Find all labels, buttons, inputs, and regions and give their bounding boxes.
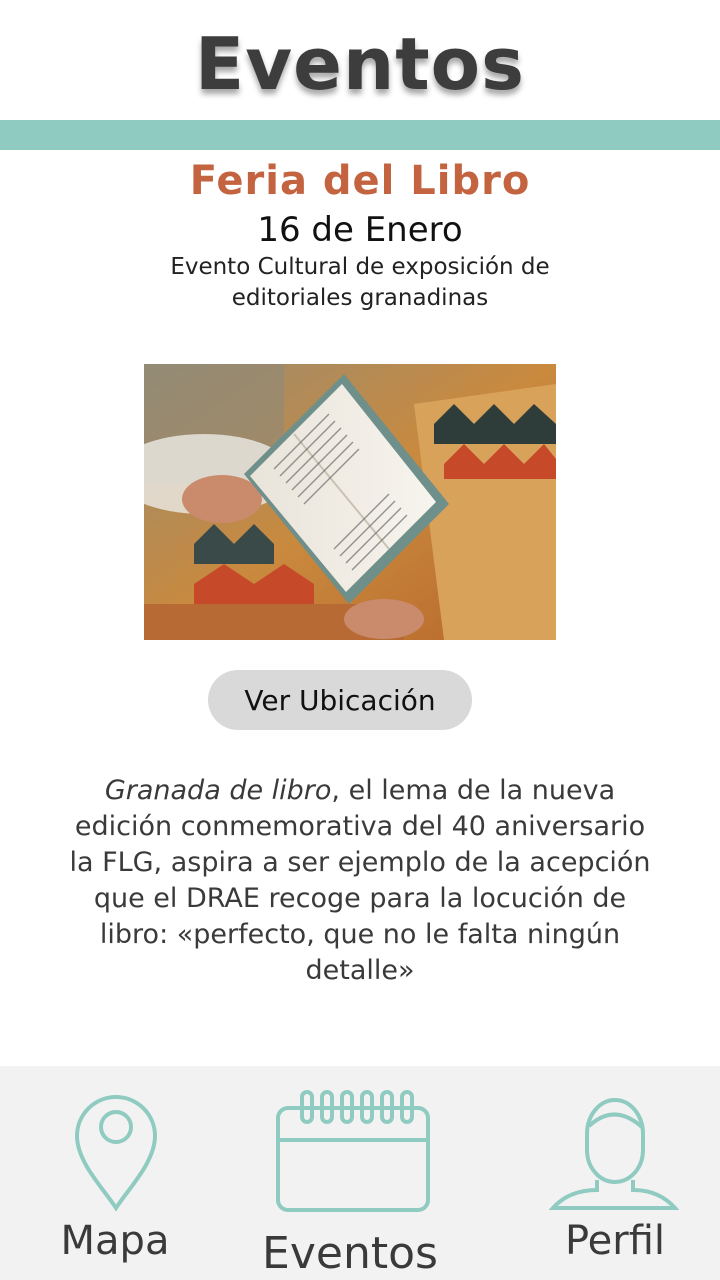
description-body: , el lema de la nueva edición conmemorat… [69,775,651,986]
nav-item-perfil[interactable]: Perfil [530,1066,700,1280]
calendar-icon [276,1090,430,1212]
nav-item-eventos[interactable]: Eventos [250,1066,450,1280]
event-description: Granada de libro, el lema de la nueva ed… [60,773,660,989]
user-icon [549,1098,679,1210]
nav-item-mapa[interactable]: Mapa [30,1066,200,1280]
bottom-navigation: Mapa Eventos Perfil [0,1066,720,1280]
event-photo [144,364,556,640]
nav-label-mapa: Mapa [60,1218,170,1264]
page-title: Eventos [195,22,525,106]
nav-label-eventos: Eventos [262,1228,438,1279]
description-lead: Granada de libro [104,775,332,806]
event-title: Feria del Libro [189,158,531,204]
map-pin-icon [74,1095,158,1212]
event-date: 16 de Enero [257,210,463,250]
nav-label-perfil: Perfil [564,1218,666,1264]
header-accent-bar [0,120,720,150]
event-summary: Evento Cultural de exposición de editori… [170,254,550,311]
view-location-button[interactable]: Ver Ubicación [208,670,472,730]
